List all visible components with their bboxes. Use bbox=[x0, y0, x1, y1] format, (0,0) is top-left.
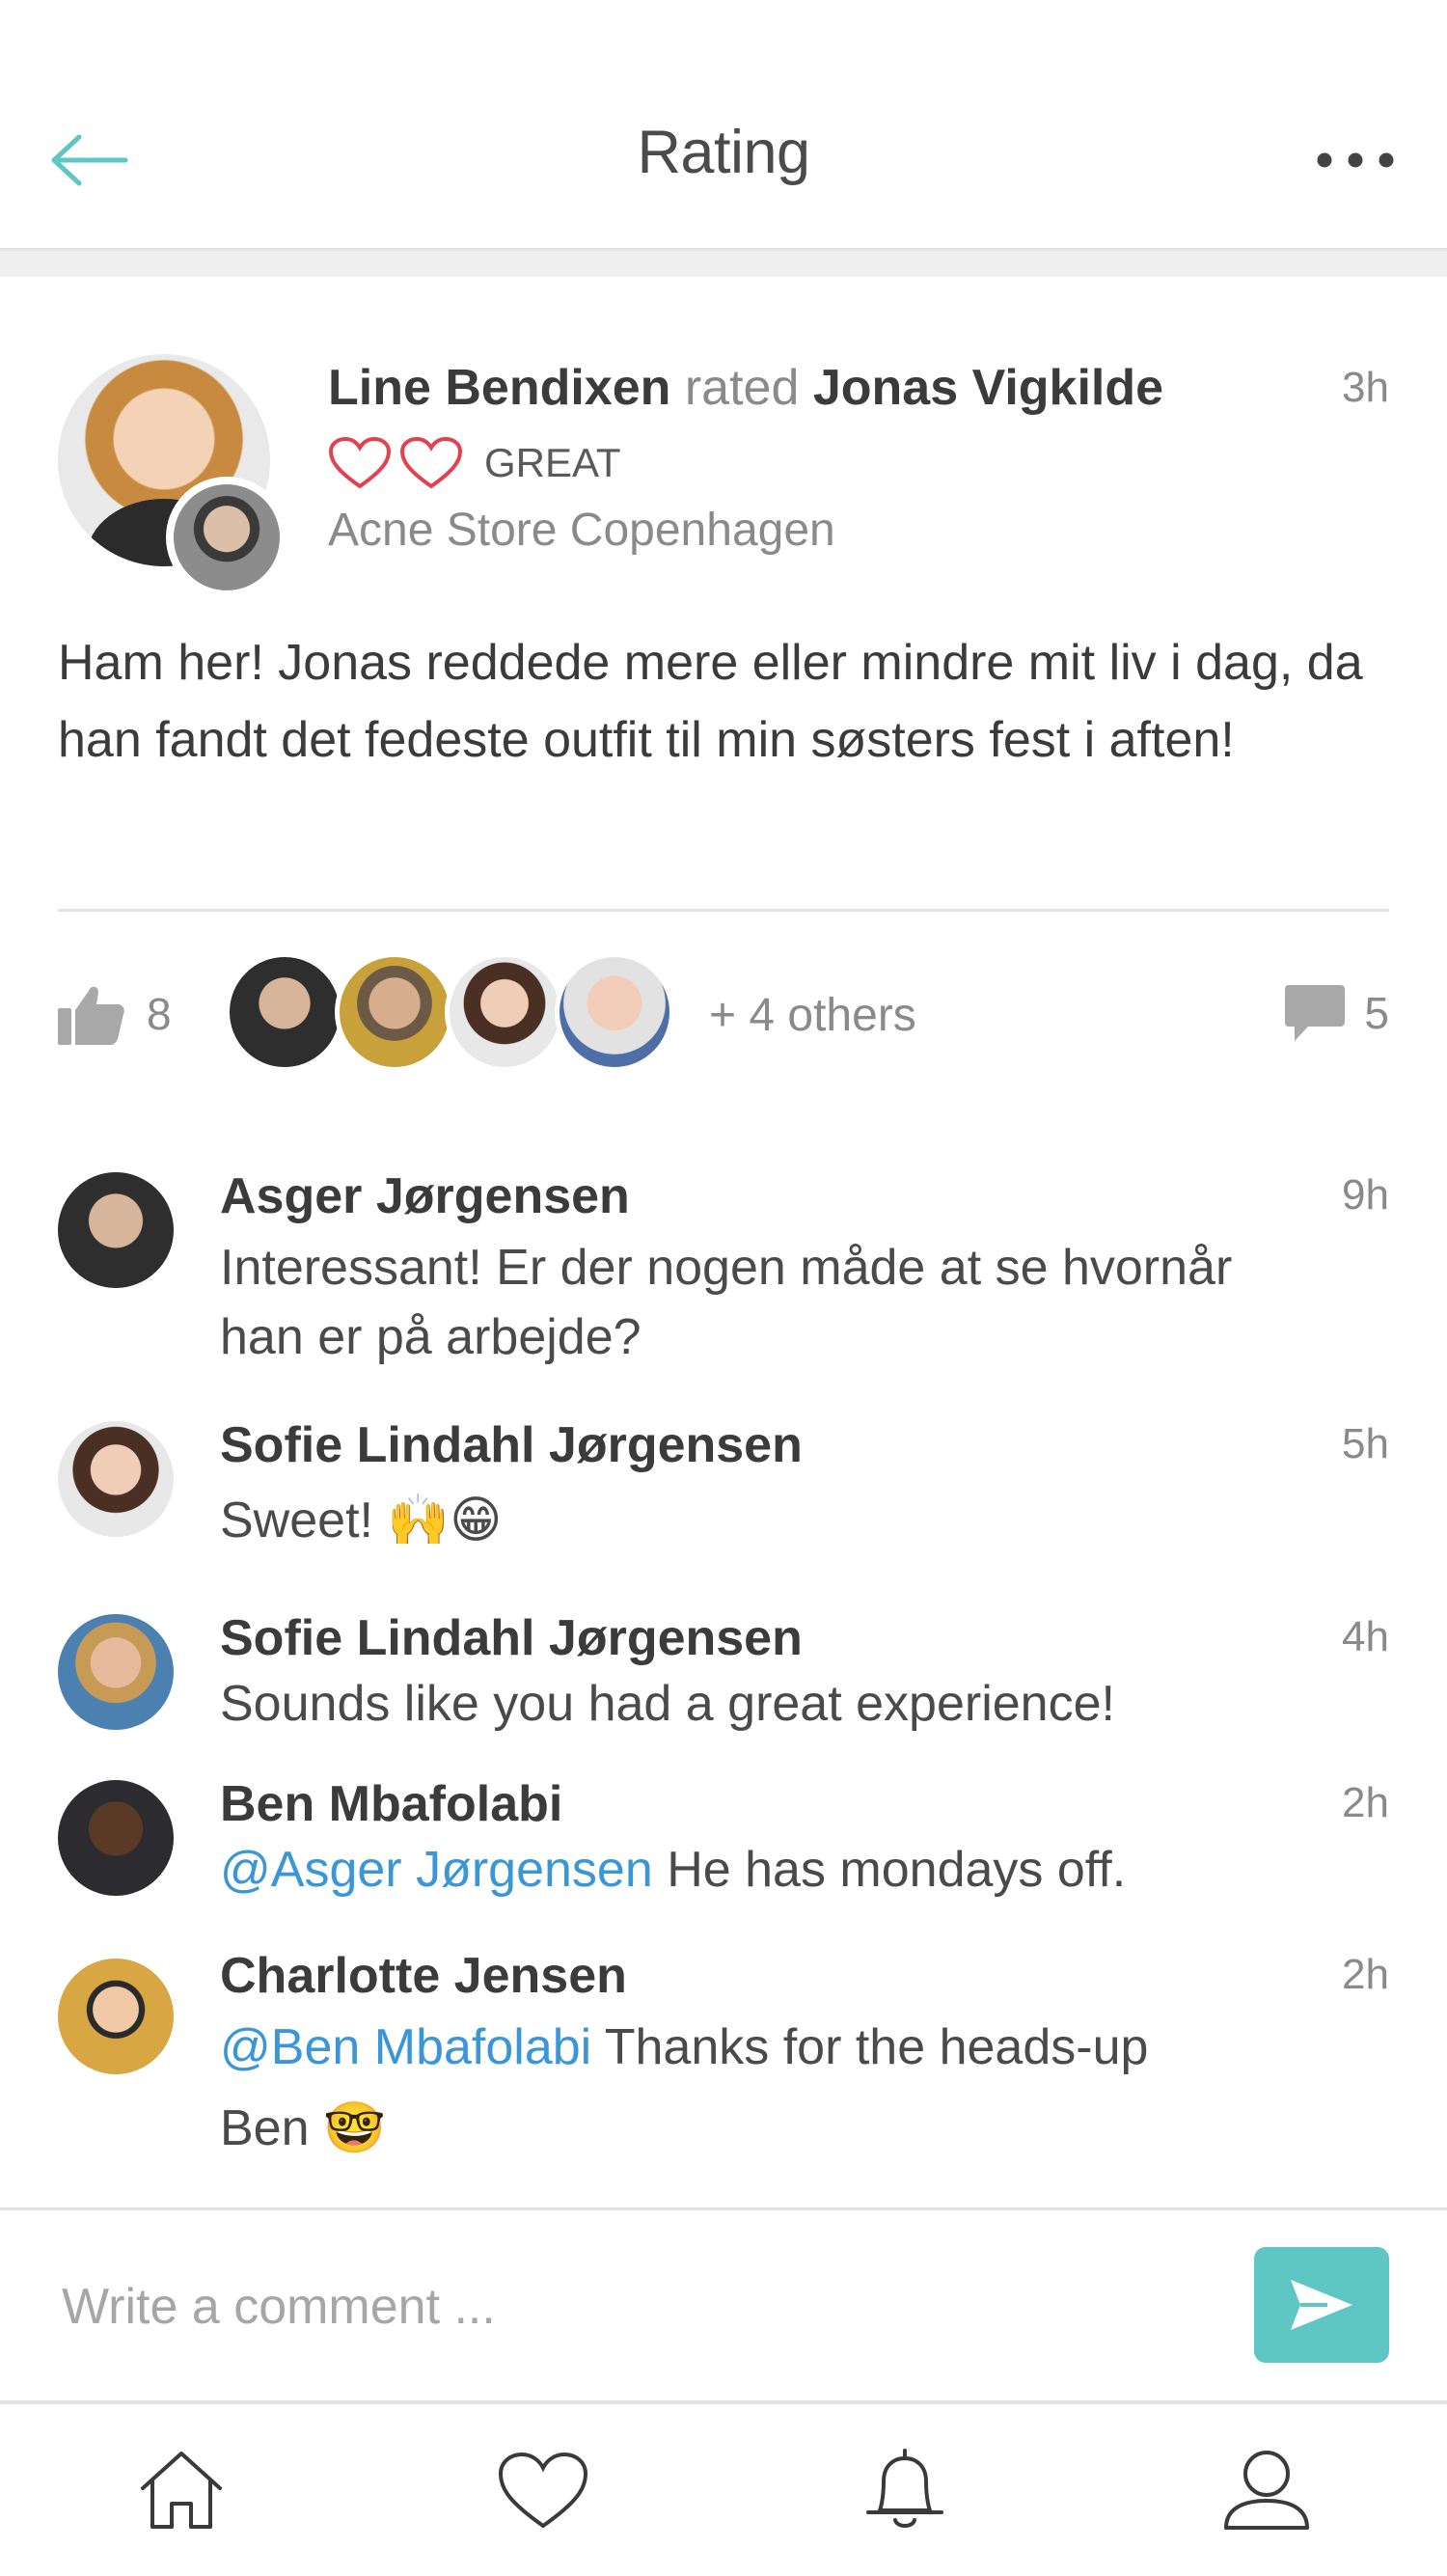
tab-notifications[interactable] bbox=[724, 2404, 1085, 2576]
more-horizontal-icon bbox=[1317, 152, 1394, 168]
heart-icon bbox=[498, 2452, 587, 2529]
commenter-avatar[interactable] bbox=[58, 1614, 174, 1730]
mention-link[interactable]: @Ben Mbafolabi bbox=[220, 2019, 591, 2075]
rating-label: GREAT bbox=[484, 440, 621, 485]
commenter-avatar[interactable] bbox=[58, 1172, 174, 1288]
comments-button[interactable]: 5 bbox=[1283, 983, 1389, 1043]
app-header: Rating bbox=[0, 0, 1447, 248]
ratee-avatar[interactable] bbox=[166, 477, 287, 598]
comment-bubble-icon bbox=[1285, 985, 1346, 1041]
comment-text: @Asger Jørgensen He has mondays off. bbox=[220, 1835, 1233, 1905]
commenter-name[interactable]: Sofie Lindahl Jørgensen bbox=[220, 1609, 803, 1667]
post-timestamp: 3h bbox=[1342, 364, 1389, 411]
comment-text: Interessant! Er der nogen måde at se hvo… bbox=[220, 1240, 1233, 1365]
ratee-name[interactable]: Jonas Vigkilde bbox=[813, 360, 1163, 416]
bottom-tab-bar bbox=[0, 2404, 1447, 2576]
home-icon bbox=[140, 2452, 222, 2529]
tab-profile[interactable] bbox=[1085, 2404, 1447, 2576]
like-count: 8 bbox=[147, 989, 172, 1039]
comment-timestamp: 2h bbox=[1342, 1951, 1389, 1998]
commenter-name[interactable]: Charlotte Jensen bbox=[220, 1947, 627, 2005]
comment-text: @Ben Mbafolabi Thanks for the heads-up B… bbox=[220, 2007, 1233, 2169]
commenter-name[interactable]: Sofie Lindahl Jørgensen bbox=[220, 1416, 803, 1474]
avatar bbox=[555, 952, 674, 1072]
comment-timestamp: 4h bbox=[1342, 1613, 1389, 1660]
bell-icon bbox=[865, 2449, 943, 2528]
tab-home[interactable] bbox=[0, 2404, 362, 2576]
tab-favorites[interactable] bbox=[362, 2404, 724, 2576]
liker-avatars[interactable] bbox=[225, 952, 674, 1076]
comment-timestamp: 5h bbox=[1342, 1420, 1389, 1467]
comment-text-body: He has mondays off. bbox=[652, 1842, 1127, 1898]
rater-name[interactable]: Line Bendixen bbox=[328, 360, 670, 416]
heart-icon bbox=[328, 436, 392, 489]
others-count[interactable]: + 4 others bbox=[709, 989, 916, 1042]
store-location[interactable]: Acne Store Copenhagen bbox=[328, 504, 835, 557]
commenter-avatar[interactable] bbox=[58, 1959, 174, 2074]
more-options-button[interactable] bbox=[1312, 135, 1399, 185]
comment-text: Sweet! 🙌😁 bbox=[220, 1493, 503, 1548]
send-icon bbox=[1291, 2280, 1352, 2330]
profile-icon bbox=[1223, 2451, 1309, 2530]
social-bar: 8 + 4 others 5 bbox=[0, 952, 1447, 1078]
commenter-avatar[interactable] bbox=[58, 1421, 174, 1537]
commenter-name[interactable]: Asger Jørgensen bbox=[220, 1167, 630, 1225]
send-button[interactable] bbox=[1254, 2247, 1389, 2363]
page-title: Rating bbox=[637, 119, 810, 186]
avatar bbox=[445, 952, 564, 1072]
rated-verb: rated bbox=[684, 360, 800, 416]
post-header: Line Bendixen rated Jonas Vigkilde bbox=[328, 356, 1389, 420]
comment-composer bbox=[0, 2210, 1447, 2400]
commenter-name[interactable]: Ben Mbafolabi bbox=[220, 1775, 562, 1833]
comment-input[interactable] bbox=[62, 2268, 1219, 2345]
like-button[interactable]: 8 bbox=[56, 981, 172, 1047]
comment-text: Sounds like you had a great experience! bbox=[220, 1676, 1115, 1732]
post-body: Ham her! Jonas reddede mere eller mindre… bbox=[58, 635, 1363, 768]
post-headline: Line Bendixen rated Jonas Vigkilde bbox=[328, 356, 1389, 420]
avatar bbox=[225, 952, 344, 1072]
thumbs-up-icon bbox=[58, 986, 124, 1045]
comment-count: 5 bbox=[1364, 988, 1389, 1038]
commenter-avatar[interactable] bbox=[58, 1780, 174, 1896]
comment-timestamp: 9h bbox=[1342, 1171, 1389, 1219]
post-divider bbox=[58, 909, 1389, 912]
mention-link[interactable]: @Asger Jørgensen bbox=[220, 1842, 653, 1898]
comment-timestamp: 2h bbox=[1342, 1779, 1389, 1826]
heart-icon bbox=[399, 436, 463, 489]
avatar bbox=[335, 952, 454, 1072]
header-divider bbox=[0, 248, 1447, 277]
rating-indicator: GREAT bbox=[328, 436, 621, 490]
